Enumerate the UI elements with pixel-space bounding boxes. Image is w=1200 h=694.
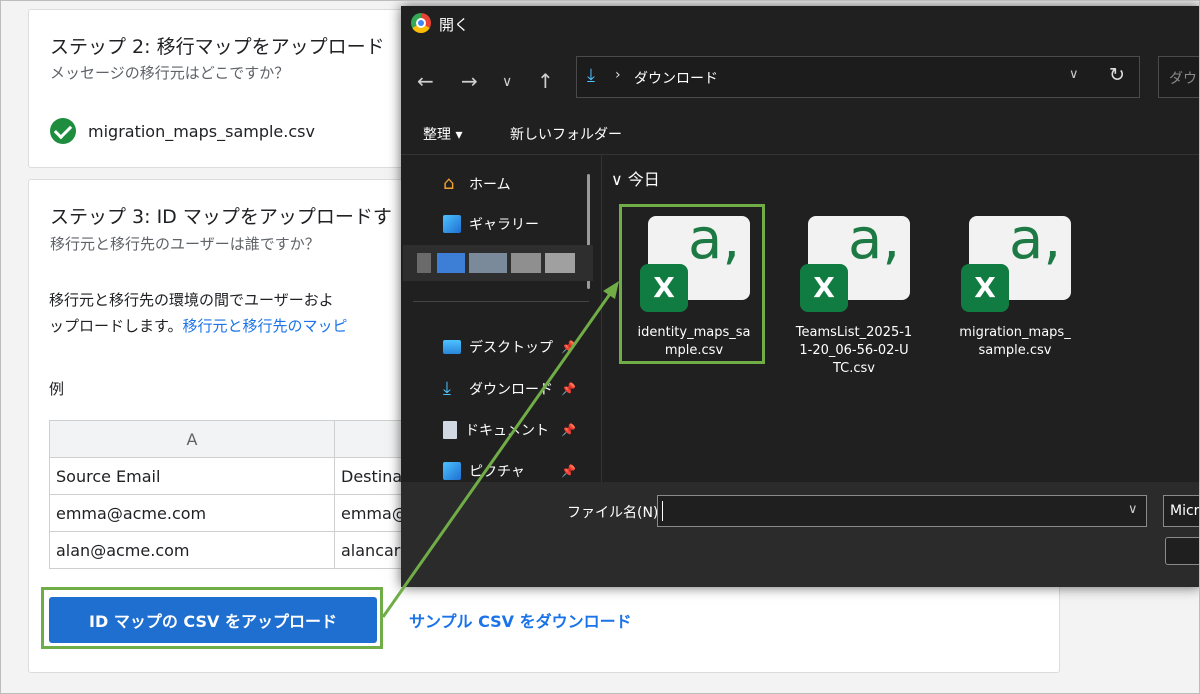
check-circle-icon <box>50 118 76 144</box>
pin-icon[interactable]: 📌 <box>561 382 576 396</box>
forward-arrow-icon[interactable]: → <box>461 69 478 93</box>
chevron-down-icon[interactable]: ∨ <box>1128 502 1138 517</box>
sidebar-item-label: ホーム <box>469 177 511 193</box>
new-folder-button[interactable]: 新しいフォルダー <box>510 124 622 144</box>
search-input[interactable]: ダウン <box>1158 56 1199 98</box>
mapping-help-link[interactable]: 移行元と移行先のマッピ <box>183 317 348 335</box>
group-header-today[interactable]: ∨ 今日 <box>611 166 660 190</box>
refresh-icon[interactable]: ↻ <box>1109 64 1125 86</box>
dialog-title: 開く <box>439 16 470 34</box>
text-caret <box>662 501 663 521</box>
download-icon: ⤓ <box>587 65 595 86</box>
nav-pane: ⌂ ホーム ギャラリー デスクトップ 📌 ⤓ ダウンロード 📌 ドキュメント 📌… <box>401 154 602 482</box>
file-name: migration_maps_ sample.csv <box>959 325 1071 358</box>
dialog-titlebar: 開く <box>401 6 1199 42</box>
table-header-cell: A <box>49 420 335 458</box>
address-path[interactable]: ダウンロード <box>634 68 718 88</box>
pin-icon[interactable]: 📌 <box>561 340 576 354</box>
search-placeholder: ダウン <box>1169 71 1199 87</box>
chevron-down-icon[interactable]: ∨ <box>1069 67 1079 82</box>
sidebar-item-label: デスクトップ <box>469 340 553 356</box>
download-sample-link[interactable]: サンプル CSV をダウンロード <box>409 608 632 632</box>
table-cell: alan@acme.com <box>49 531 335 569</box>
sidebar-item-label: ドキュメント <box>465 423 549 439</box>
dialog-toolbar: 整理 ▾ 新しいフォルダー <box>401 114 1199 155</box>
pin-icon[interactable]: 📌 <box>561 464 576 478</box>
chrome-icon <box>411 13 431 33</box>
organize-menu[interactable]: 整理 ▾ <box>423 124 462 144</box>
excel-csv-icon: a, X <box>961 212 1071 318</box>
dialog-footer: ファイル名(N): ∨ Micr <box>401 482 1200 587</box>
file-name: TeamsList_2025-1 1-20_06-56-02-U TC.csv <box>795 325 913 376</box>
sidebar-item-desktop[interactable]: デスクトップ <box>443 337 553 357</box>
excel-csv-icon: a, X <box>800 212 910 318</box>
download-icon: ⤓ <box>443 378 451 399</box>
filetype-select[interactable]: Micr <box>1163 495 1200 527</box>
step2-subtitle: メッセージの移行元はどこですか？ <box>50 64 290 82</box>
open-button[interactable] <box>1165 537 1199 565</box>
filename-label: ファイル名(N): <box>567 505 664 521</box>
sidebar-item-pictures[interactable]: ピクチャ <box>443 461 525 481</box>
uploaded-file-name: migration_maps_sample.csv <box>88 121 315 141</box>
file-item-teams-list[interactable]: a, X TeamsList_2025-1 1-20_06-56-02-U TC.c… <box>784 212 924 378</box>
sidebar-item-label: ピクチャ <box>469 464 525 480</box>
step3-description-line2: ップロードします。移行元と移行先のマッピ <box>49 315 348 336</box>
pictures-icon <box>443 462 461 480</box>
open-file-dialog: 開く ← → ∨ ↑ ⤓ › ダウンロード ∨ ↻ ダウン 整理 ▾ 新しいフォ… <box>401 6 1200 587</box>
sidebar-item-home[interactable]: ⌂ ホーム <box>443 174 511 194</box>
sidebar-item-label: ギャラリー <box>469 217 539 233</box>
sidebar-item-documents[interactable]: ドキュメント <box>443 420 549 440</box>
step2-title: ステップ 2: 移行マップをアップロード <box>50 36 385 58</box>
sidebar-item-gallery[interactable]: ギャラリー <box>443 214 539 234</box>
step3-title: ステップ 3: ID マップをアップロードす <box>50 206 392 228</box>
table-cell: emma@acme.com <box>49 494 335 532</box>
address-bar[interactable]: ⤓ › ダウンロード ∨ ↻ <box>576 56 1140 98</box>
filetype-value: Micr <box>1170 503 1200 519</box>
sidebar-item-label: ダウンロード <box>469 382 553 398</box>
file-item-migration-maps[interactable]: a, X migration_maps_ sample.csv <box>945 212 1085 360</box>
uploaded-file-status: migration_maps_sample.csv <box>50 118 315 144</box>
table-cell: Source Email <box>49 457 335 495</box>
file-selection-highlight <box>619 204 765 364</box>
step3-subtitle: 移行元と移行先のユーザーは誰ですか？ <box>50 235 320 253</box>
blurred-item <box>403 245 593 281</box>
step3-description-text: ップロードします。 <box>49 317 183 335</box>
back-arrow-icon[interactable]: ← <box>417 69 434 93</box>
document-icon <box>443 421 457 439</box>
step3-description-line1: 移行元と移行先の環境の間でユーザーおよ <box>49 291 334 309</box>
desktop-icon <box>443 340 461 354</box>
group-header-label: 今日 <box>627 170 660 189</box>
pin-icon[interactable]: 📌 <box>561 423 576 437</box>
gallery-icon <box>443 215 461 233</box>
up-arrow-icon[interactable]: ↑ <box>537 69 554 93</box>
home-icon: ⌂ <box>443 173 455 194</box>
screenshot-frame: ステップ 2: 移行マップをアップロード メッセージの移行元はどこですか？ mi… <box>0 0 1200 694</box>
recent-chevron-icon[interactable]: ∨ <box>502 74 512 90</box>
sidebar-item-downloads[interactable]: ⤓ ダウンロード <box>443 379 553 399</box>
nav-divider <box>413 301 589 302</box>
filename-input[interactable]: ∨ <box>657 495 1147 527</box>
upload-button-highlight <box>41 587 383 649</box>
example-label: 例 <box>49 380 65 398</box>
path-separator-icon: › <box>615 67 621 83</box>
